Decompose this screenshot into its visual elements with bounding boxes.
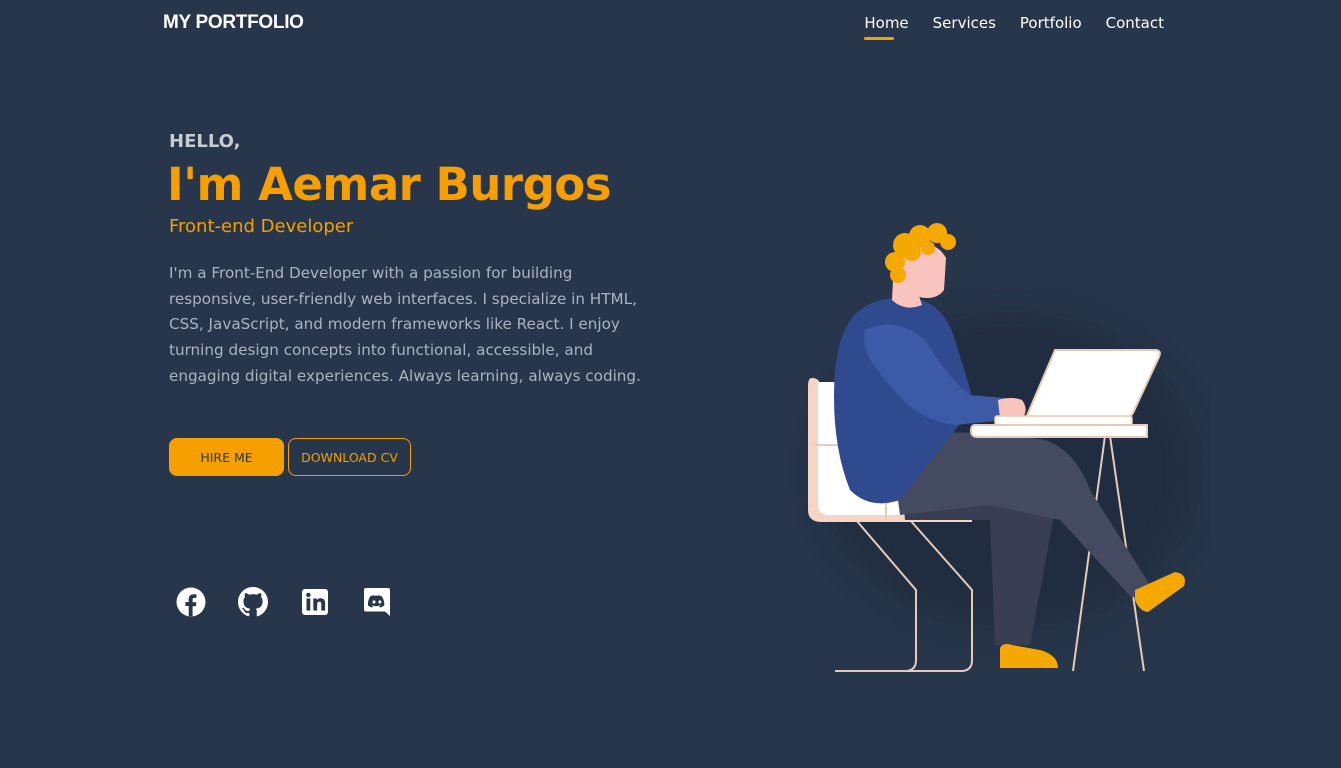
social-links [175, 586, 393, 618]
nav-portfolio[interactable]: Portfolio [1020, 14, 1082, 38]
discord-icon [364, 588, 390, 616]
hire-me-button[interactable]: HIRE ME [169, 438, 284, 476]
hero-name: I'm Aemar Burgos [167, 158, 611, 211]
facebook-icon [176, 587, 206, 617]
discord-link[interactable] [361, 586, 393, 618]
nav-home[interactable]: Home [864, 14, 909, 40]
portfolio-page: MY PORTFOLIO Home Services Portfolio Con… [0, 0, 1341, 768]
site-logo[interactable]: MY PORTFOLIO [163, 12, 304, 34]
linkedin-link[interactable] [299, 586, 331, 618]
download-cv-button[interactable]: DOWNLOAD CV [288, 438, 411, 476]
hero-greeting: HELLO, [169, 131, 241, 152]
developer-illustration [808, 223, 1200, 672]
nav-contact[interactable]: Contact [1106, 14, 1164, 38]
github-link[interactable] [237, 586, 269, 618]
facebook-link[interactable] [175, 586, 207, 618]
hero-bio: I'm a Front-End Developer with a passion… [169, 264, 641, 385]
main-nav: Home Services Portfolio Contact [864, 14, 1164, 40]
hero-role: Front-end Developer [169, 216, 354, 237]
linkedin-icon [302, 589, 328, 615]
github-icon [238, 587, 268, 617]
nav-services[interactable]: Services [933, 14, 996, 38]
